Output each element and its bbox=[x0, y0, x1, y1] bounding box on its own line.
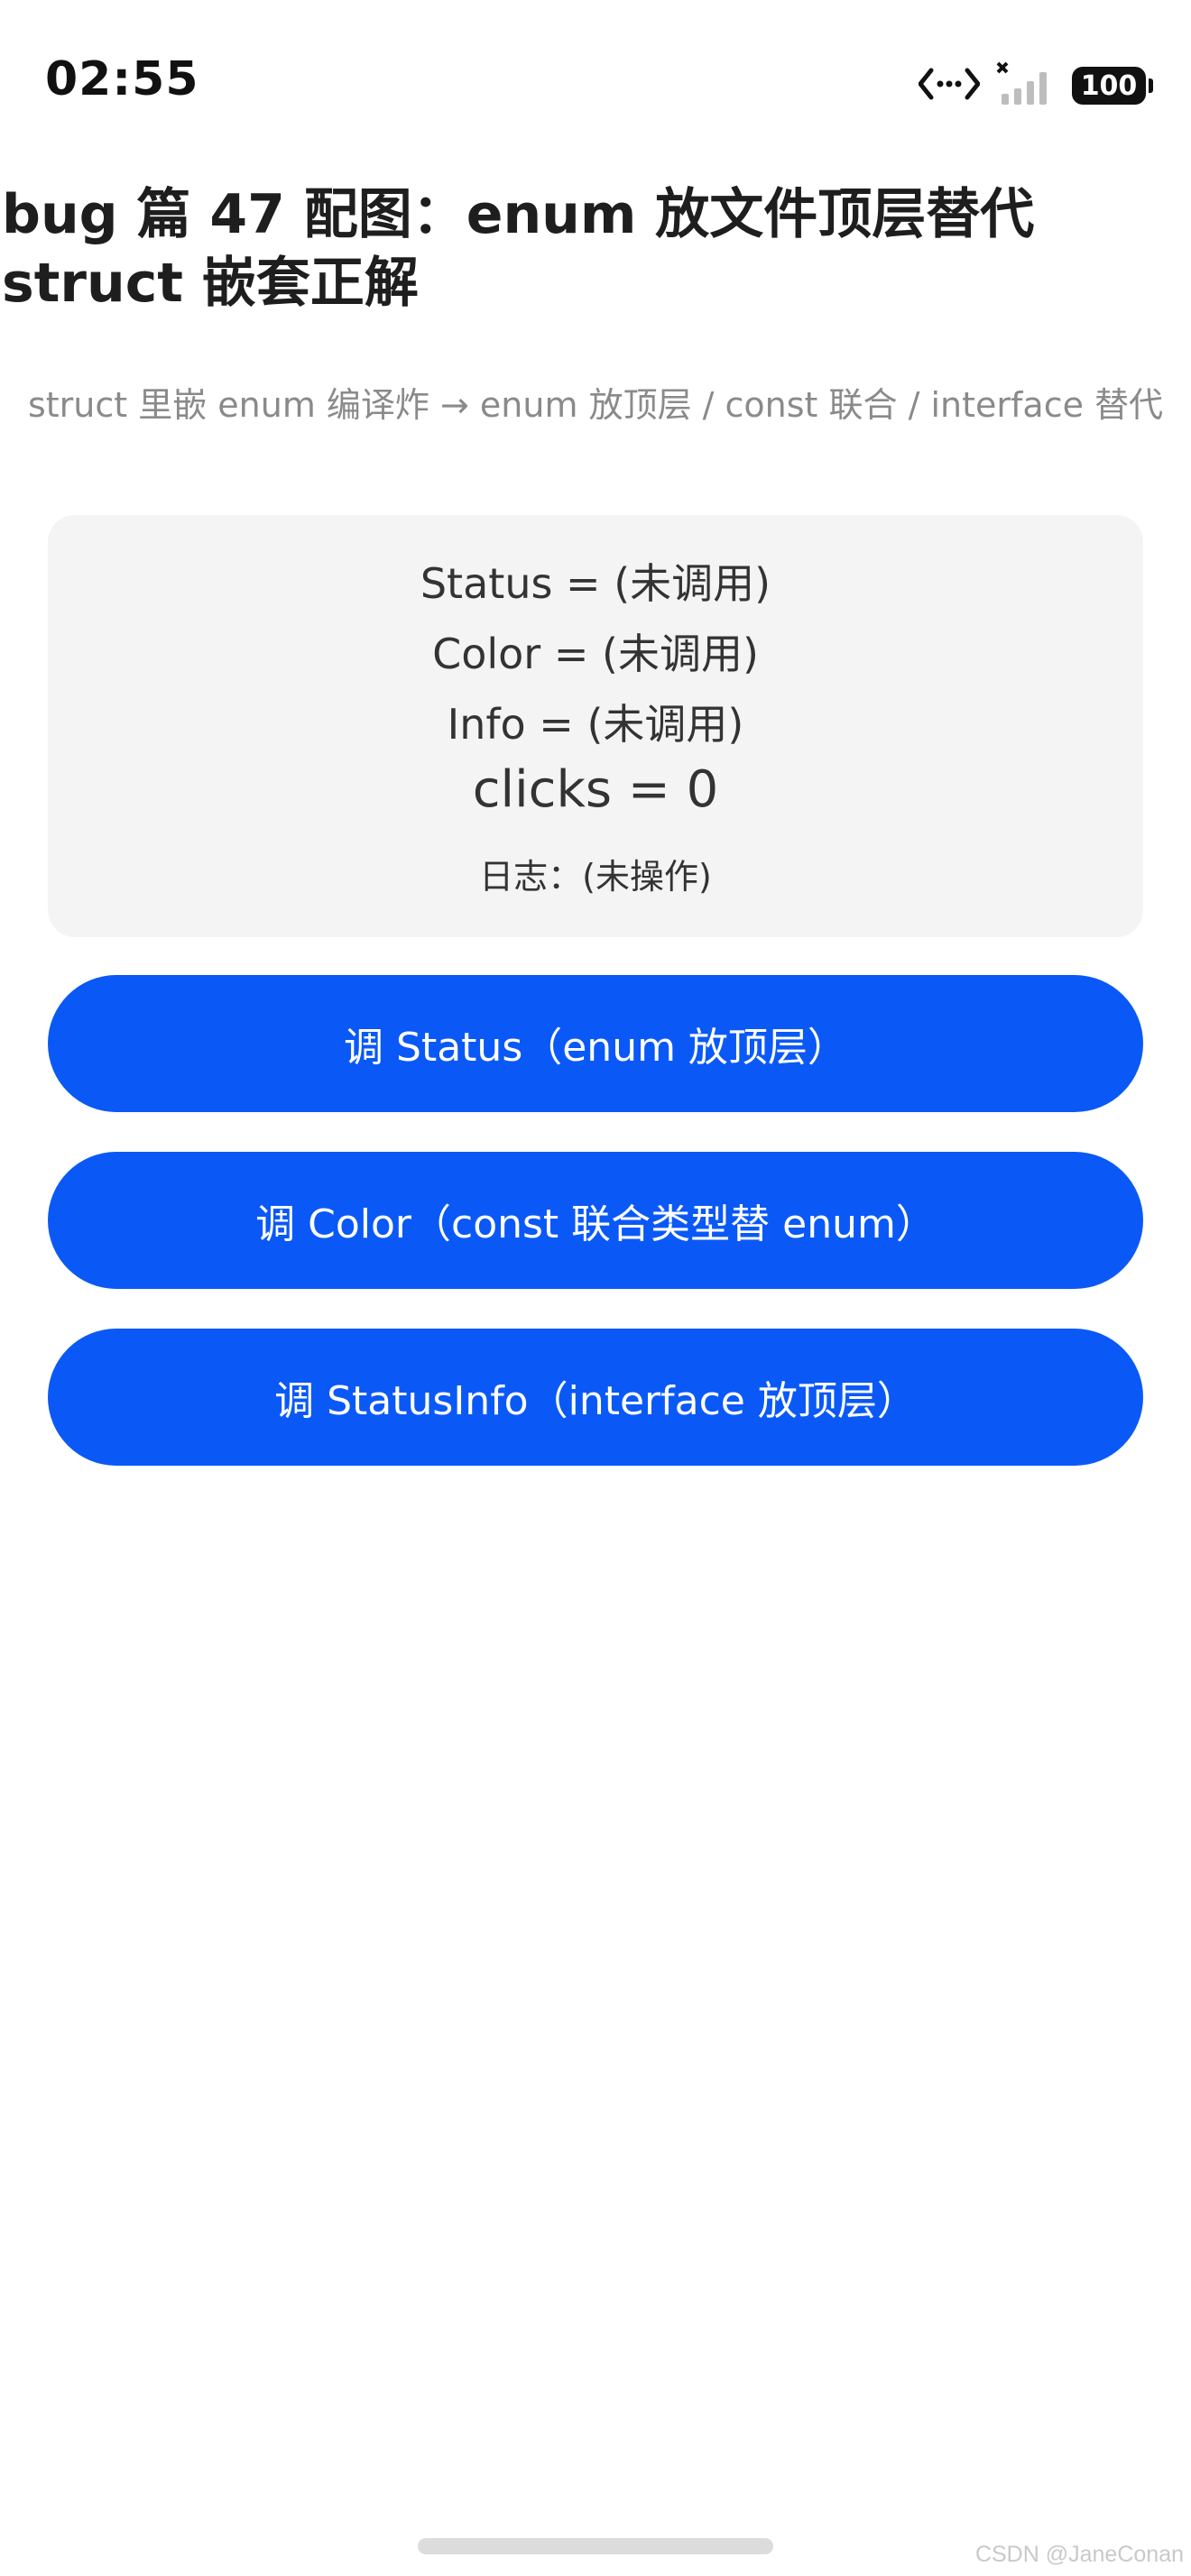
battery-level: 100 bbox=[1080, 69, 1138, 102]
home-indicator[interactable] bbox=[418, 2538, 773, 2554]
log-text: 日志：(未操作) bbox=[479, 857, 712, 897]
signal-no-service-icon bbox=[996, 61, 1056, 110]
call-status-info-button[interactable]: 调 StatusInfo（interface 放顶层） bbox=[48, 1329, 1143, 1466]
data-transfer-icon bbox=[918, 65, 981, 106]
page-title: bug 篇 47 配图：enum 放文件顶层替代 struct 嵌套正解 bbox=[2, 183, 1035, 315]
status-time: 02:55 bbox=[45, 52, 199, 106]
system-icons: 100 bbox=[918, 61, 1153, 110]
page-subtitle: struct 里嵌 enum 编译炸 → enum 放顶层 / const 联合… bbox=[27, 385, 1164, 425]
call-status-button[interactable]: 调 Status（enum 放顶层） bbox=[48, 975, 1143, 1112]
watermark: CSDN @JaneConan bbox=[974, 2542, 1184, 2567]
color-value: Color = (未调用) bbox=[432, 630, 759, 678]
battery-icon: 100 bbox=[1072, 67, 1153, 105]
call-color-button[interactable]: 调 Color（const 联合类型替 enum） bbox=[48, 1152, 1143, 1289]
status-value: Status = (未调用) bbox=[420, 559, 771, 608]
clicks-counter: clicks = 0 bbox=[472, 760, 719, 819]
app-screen: 02:55 100 bug 篇 47 配图：enum 放文件顶层替代 struc… bbox=[0, 0, 1191, 2576]
status-bar: 02:55 100 bbox=[0, 0, 1191, 171]
result-card: Status = (未调用) Color = (未调用) Info = (未调用… bbox=[48, 515, 1143, 937]
info-value: Info = (未调用) bbox=[447, 700, 744, 749]
